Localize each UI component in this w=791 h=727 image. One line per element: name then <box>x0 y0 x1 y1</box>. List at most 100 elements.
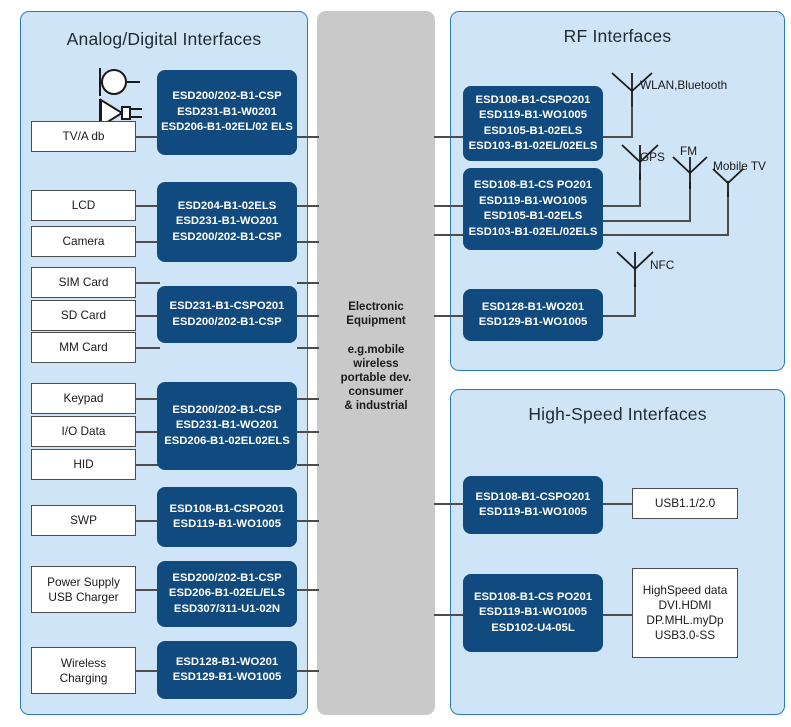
device-line: ESD119-B1-WO1005 <box>479 506 587 518</box>
device-box-esd-group-display-camera[interactable]: ESD204-B1-02ELS ESD231-B1-WO201 ESD200/2… <box>157 182 297 262</box>
panel-title-rf: RF Interfaces <box>563 26 672 46</box>
device-line: ESD108-B1-CSPO201 <box>475 490 591 503</box>
center-line-3: e.g.mobile <box>347 344 405 356</box>
device-line: ESD119-B1-WO1005 <box>479 606 587 619</box>
interface-box-mm-card[interactable]: MM Card <box>31 332 136 363</box>
connector-device-sim-center <box>297 282 319 284</box>
device-line: ESD231-B1-WO201 <box>175 215 279 228</box>
interface-box-wireless-charging[interactable]: Wireless Charging <box>31 647 136 694</box>
device-line: ESD307/311-U1-02N <box>173 602 281 615</box>
device-line: ESD108-B1-CSPO201 <box>475 93 591 106</box>
device-line: ESD108-B1-CSPO201 <box>169 502 285 515</box>
antenna-mobile-tv-icon <box>712 168 744 197</box>
device-line: ESD119-B1-WO1005 <box>479 109 587 121</box>
device-box-esd-group-rf-top[interactable]: ESD108-B1-CSPO201 ESD119-B1-WO1005 ESD10… <box>463 86 603 161</box>
connector-rf-top-wlan <box>603 136 633 138</box>
device-box-esd-group-tv-audio[interactable]: ESD200/202-B1-CSP ESD231-B1-W0201 ESD206… <box>157 70 297 155</box>
port-box-highspeed-data[interactable]: HighSpeed data DVI.HDMI DP.MHL.myDp USB3… <box>632 568 738 658</box>
interface-box-camera[interactable]: Camera <box>31 226 136 257</box>
device-line: ESD103-B1-02EL/02ELS <box>468 140 598 152</box>
device-box-esd-group-nfc[interactable]: ESD128-B1-WO201 ESD129-B1-WO1005 <box>463 289 603 341</box>
device-line: ESD128-B1-WO201 <box>175 655 279 668</box>
device-line: ESD200/202-B1-CSP <box>172 90 282 103</box>
device-line: ESD105-B1-02ELS <box>483 124 583 137</box>
interface-box-hid[interactable]: HID <box>31 449 136 480</box>
panel-title-high-speed: High-Speed Interfaces <box>528 404 707 424</box>
device-line: ESD103-B1-02EL/02ELS <box>468 225 598 238</box>
connector-mm-card <box>136 347 160 349</box>
interface-box-tv-a-db[interactable]: TV/A db <box>31 121 136 152</box>
panel-high-speed-interfaces <box>450 389 785 715</box>
device-line: ESD204-B1-02ELS <box>177 199 277 212</box>
connector-wlan-vertical <box>631 107 633 137</box>
interface-box-power-supply-usb-charger[interactable]: Power Supply USB Charger <box>31 566 136 613</box>
connector-sim-card <box>136 282 160 284</box>
port-label-line1: HighSpeed data <box>642 583 728 597</box>
diagram-canvas: Analog/Digital Interfaces RF Interfaces … <box>0 0 791 727</box>
port-label-line3: DP.MHL.myDp <box>646 613 724 627</box>
device-box-esd-group-usb[interactable]: ESD108-B1-CSPO201 ESD119-B1-WO1005 <box>463 476 603 534</box>
connector-center-rf-top <box>434 136 466 138</box>
device-line: ESD105-B1-02ELS <box>483 210 583 222</box>
interface-label-line1: Wireless <box>60 655 107 670</box>
device-line: ESD200/202-B1-CSP <box>172 315 282 328</box>
connector-device-hid-center <box>297 464 319 466</box>
center-line-1: Electronic <box>348 301 404 313</box>
device-line: ESD231-B1-CSPO201 <box>169 300 285 312</box>
interface-box-sim-card[interactable]: SIM Card <box>31 267 136 298</box>
interface-label-line2: USB Charger <box>48 589 119 604</box>
connector-device-power-center <box>297 589 319 591</box>
interface-box-lcd[interactable]: LCD <box>31 190 136 221</box>
interface-box-sd-card[interactable]: SD Card <box>31 300 136 331</box>
interface-label-line2: Charging <box>59 670 108 685</box>
port-label: USB1.1/2.0 <box>654 496 716 510</box>
device-line: ESD129-B1-WO1005 <box>478 316 588 328</box>
connector-device-tv-audio-center <box>297 136 319 138</box>
device-box-esd-group-wireless-charging[interactable]: ESD128-B1-WO201 ESD129-B1-WO1005 <box>157 641 297 699</box>
interface-label: HID <box>73 457 94 471</box>
connector-device-swp-center <box>297 520 319 522</box>
device-line: ESD200/202-B1-CSP <box>172 571 282 584</box>
interface-label: SIM Card <box>58 275 109 289</box>
port-label-line4: USB3.0-SS <box>654 628 716 642</box>
interface-box-swp[interactable]: SWP <box>31 505 136 536</box>
antenna-nfc-icon <box>616 251 654 287</box>
device-box-esd-group-power[interactable]: ESD200/202-B1-CSP ESD206-B1-02EL/ELS ESD… <box>157 561 297 627</box>
antenna-gps-icon <box>621 144 659 180</box>
connector-device-mm-center <box>297 347 319 349</box>
interface-box-keypad[interactable]: Keypad <box>31 383 136 414</box>
center-line-5: portable dev. <box>340 372 412 384</box>
interface-label: Camera <box>62 234 105 248</box>
device-line: ESD206-B1-02EL02ELS <box>164 434 290 447</box>
connector-nfc-antenna <box>603 315 636 317</box>
device-line: ESD119-B1-WO1005 <box>173 518 281 530</box>
connector-center-usb <box>434 503 466 505</box>
antenna-wlan-bluetooth-icon <box>611 72 653 107</box>
interface-label: MM Card <box>59 340 108 354</box>
connector-rf-mid-gps <box>603 205 641 207</box>
port-box-usb[interactable]: USB1.1/2.0 <box>632 488 738 519</box>
device-box-esd-group-rf-mid[interactable]: ESD108-B1-CS PO201 ESD119-B1-WO1005 ESD1… <box>463 168 603 250</box>
connector-device-keypad-center <box>297 398 319 400</box>
device-box-esd-group-highspeed-data[interactable]: ESD108-B1-CS PO201 ESD119-B1-WO1005 ESD1… <box>463 574 603 652</box>
device-line: ESD231-B1-W0201 <box>177 105 277 118</box>
device-line: ESD108-B1-CS PO201 <box>473 179 593 191</box>
interface-box-io-data[interactable]: I/O Data <box>31 416 136 447</box>
center-line-4: wireless <box>353 358 399 370</box>
device-box-esd-group-cards[interactable]: ESD231-B1-CSPO201 ESD200/202-B1-CSP <box>157 286 297 343</box>
device-line: ESD200/202-B1-CSP <box>172 230 282 243</box>
device-line: ESD119-B1-WO1005 <box>479 194 587 207</box>
interface-label-line1: Power Supply <box>47 574 120 589</box>
device-line: ESD102-U4-05L <box>491 621 575 634</box>
device-line: ESD231-B1-WO201 <box>175 419 279 432</box>
device-line: ESD206-B1-02EL/ELS <box>168 587 286 600</box>
connector-center-rf-mid2 <box>434 234 466 236</box>
device-box-esd-group-keypad-io-hid[interactable]: ESD200/202-B1-CSP ESD231-B1-WO201 ESD206… <box>157 382 297 470</box>
connector-highspeed-device-port <box>603 614 633 616</box>
panel-title-analog: Analog/Digital Interfaces <box>66 29 262 49</box>
connector-usb-device-port <box>603 503 633 505</box>
interface-label: Keypad <box>63 391 104 405</box>
connector-center-nfc <box>434 315 466 317</box>
interface-label: LCD <box>71 198 96 212</box>
device-box-esd-group-swp[interactable]: ESD108-B1-CSPO201 ESD119-B1-WO1005 <box>157 487 297 547</box>
